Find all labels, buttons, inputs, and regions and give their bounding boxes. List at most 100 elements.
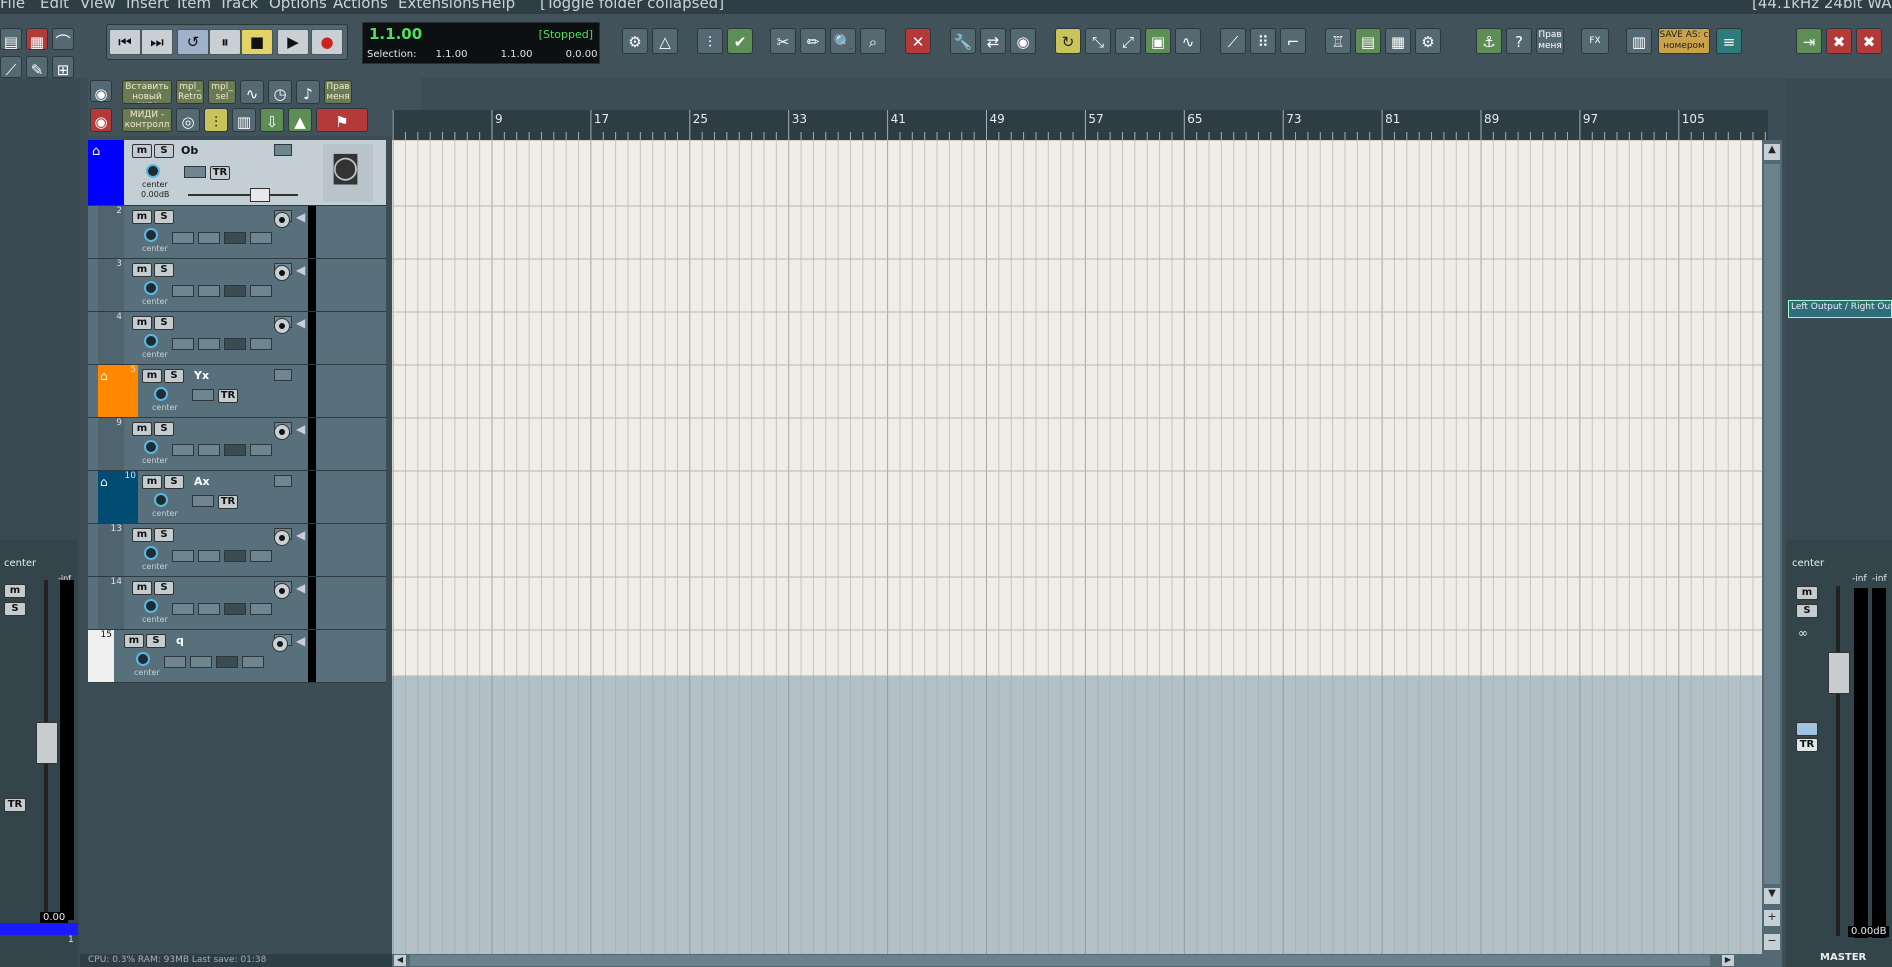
mpl-sel-button[interactable]: mpl_ sel <box>208 80 236 104</box>
pan-knob[interactable] <box>136 652 150 666</box>
red-action-icon[interactable]: ⚑ <box>316 108 368 132</box>
fx-chain-icon[interactable] <box>224 444 246 456</box>
io-button[interactable] <box>198 603 220 615</box>
brush-icon[interactable]: ♖ <box>1325 28 1351 54</box>
env-button[interactable] <box>250 285 272 297</box>
anchor-icon[interactable]: ⚓ <box>1476 28 1502 54</box>
menu-view[interactable]: View <box>80 0 116 11</box>
split-icon[interactable]: ✂ <box>770 28 796 54</box>
monitor-icon[interactable]: ◀ <box>296 581 305 595</box>
close-all-icon[interactable]: ✖ <box>1856 28 1882 54</box>
pan-knob[interactable] <box>144 334 158 348</box>
chart-icon[interactable]: ▲ <box>288 108 312 132</box>
env-button[interactable] <box>250 338 272 350</box>
monitor-icon[interactable]: ◀ <box>296 634 305 648</box>
track-name[interactable]: Yx <box>194 369 209 382</box>
record-arm-icon[interactable] <box>272 636 288 652</box>
grid-icon[interactable]: ⊞ <box>52 56 74 79</box>
view-icon[interactable]: ▤ <box>0 28 22 51</box>
track-mute[interactable]: m <box>132 263 152 277</box>
record-mode-icon[interactable]: ▣ <box>1145 28 1171 54</box>
mpl-retro-button[interactable]: mpl_ Retro <box>176 80 204 104</box>
wave-icon[interactable]: ∿ <box>240 80 264 104</box>
fx-chain-icon[interactable] <box>224 285 246 297</box>
pan-knob[interactable] <box>144 440 158 454</box>
track-solo[interactable]: S <box>154 210 174 224</box>
io-button[interactable] <box>198 338 220 350</box>
track-1-pan-knob[interactable] <box>146 164 160 178</box>
waveform-icon[interactable]: ∿ <box>1175 28 1201 54</box>
env-button[interactable] <box>250 232 272 244</box>
track-solo[interactable]: S <box>164 475 184 489</box>
fx-chain-icon[interactable] <box>224 338 246 350</box>
record-arm-icon[interactable] <box>274 318 290 334</box>
track-1-volume-handle[interactable] <box>250 188 270 202</box>
hscroll-thumb[interactable] <box>410 955 1710 966</box>
horizontal-scrollbar[interactable]: ◀ ▶ <box>392 954 1782 967</box>
track-solo[interactable]: S <box>164 369 184 383</box>
tr-button[interactable]: TR <box>218 389 238 403</box>
export-icon[interactable]: ⇥ <box>1796 28 1822 54</box>
left-tr-button[interactable]: TR <box>4 798 26 812</box>
menu-edit[interactable]: Edit <box>40 0 69 11</box>
io-button[interactable] <box>164 656 186 668</box>
snap-icon[interactable]: ⤡ <box>1085 28 1111 54</box>
envelope-icon[interactable]: ⌒ <box>52 28 74 51</box>
env-button[interactable] <box>250 550 272 562</box>
record-arm-icon[interactable] <box>274 424 290 440</box>
envelope-edit-icon[interactable]: ⟋ <box>1220 28 1246 54</box>
fx-chain-icon[interactable] <box>224 232 246 244</box>
io-button[interactable] <box>198 444 220 456</box>
master-tr-button[interactable]: TR <box>1796 738 1818 752</box>
track-mute[interactable]: m <box>142 475 162 489</box>
io-button[interactable] <box>198 550 220 562</box>
curve-icon[interactable]: ⟋ <box>0 56 22 79</box>
fader-icon[interactable]: ⫶ <box>204 108 228 132</box>
menu-file[interactable]: File <box>0 0 25 11</box>
palette-icon[interactable]: ✎ <box>26 56 48 79</box>
pan-knob[interactable] <box>154 387 168 401</box>
record-arm-icon[interactable] <box>274 212 290 228</box>
monitor-icon[interactable]: ◀ <box>296 316 305 330</box>
io-small[interactable] <box>274 369 292 381</box>
menu-track[interactable]: Track <box>219 0 258 11</box>
track-solo[interactable]: S <box>154 528 174 542</box>
pan-knob[interactable] <box>144 546 158 560</box>
record-arm-icon[interactable] <box>274 530 290 546</box>
go-end-icon[interactable]: ⏭ <box>141 29 173 55</box>
io-small[interactable] <box>274 475 292 487</box>
master-solo-button[interactable]: S <box>1796 604 1818 618</box>
link-icon[interactable]: ∞ <box>1798 626 1808 640</box>
track-name[interactable]: q <box>176 634 184 647</box>
track-6[interactable]: 9 m Scenter ◀ <box>88 418 386 471</box>
io-button[interactable] <box>192 495 214 507</box>
track-9[interactable]: 14 m Scenter ◀ <box>88 577 386 630</box>
io-button[interactable] <box>172 444 194 456</box>
track-1-solo[interactable]: S <box>154 144 174 158</box>
io-button[interactable] <box>172 338 194 350</box>
master-io-button[interactable] <box>1796 722 1818 736</box>
tape-icon[interactable]: ◎ <box>176 108 200 132</box>
track-mute[interactable]: m <box>132 316 152 330</box>
left-mute-button[interactable]: m <box>4 584 26 598</box>
master-mute-button[interactable]: m <box>1796 586 1818 600</box>
output-routing[interactable]: Left Output / Right Output <box>1788 300 1892 318</box>
io-button[interactable] <box>172 603 194 615</box>
io-button[interactable] <box>198 232 220 244</box>
monitor-icon[interactable]: ◀ <box>296 263 305 277</box>
menu-actions[interactable]: Actions <box>333 0 388 11</box>
render-icon[interactable]: ▤ <box>1355 28 1381 54</box>
track-1-io-button[interactable] <box>184 166 206 178</box>
track-mute[interactable]: m <box>124 634 144 648</box>
menu-extensions[interactable]: Extensions <box>398 0 479 11</box>
pan-knob[interactable] <box>144 228 158 242</box>
env-button[interactable] <box>242 656 264 668</box>
track-5[interactable]: 5 ⌂ m S Yx center TR <box>88 365 386 418</box>
sws-icon[interactable]: ◉ <box>1010 28 1036 54</box>
fx-chain-icon[interactable] <box>216 656 238 668</box>
track-solo[interactable]: S <box>146 634 166 648</box>
list-icon[interactable]: ≡ <box>1716 28 1742 54</box>
track-solo[interactable]: S <box>154 581 174 595</box>
monitor-icon[interactable]: ◀ <box>296 528 305 542</box>
io-button[interactable] <box>190 656 212 668</box>
